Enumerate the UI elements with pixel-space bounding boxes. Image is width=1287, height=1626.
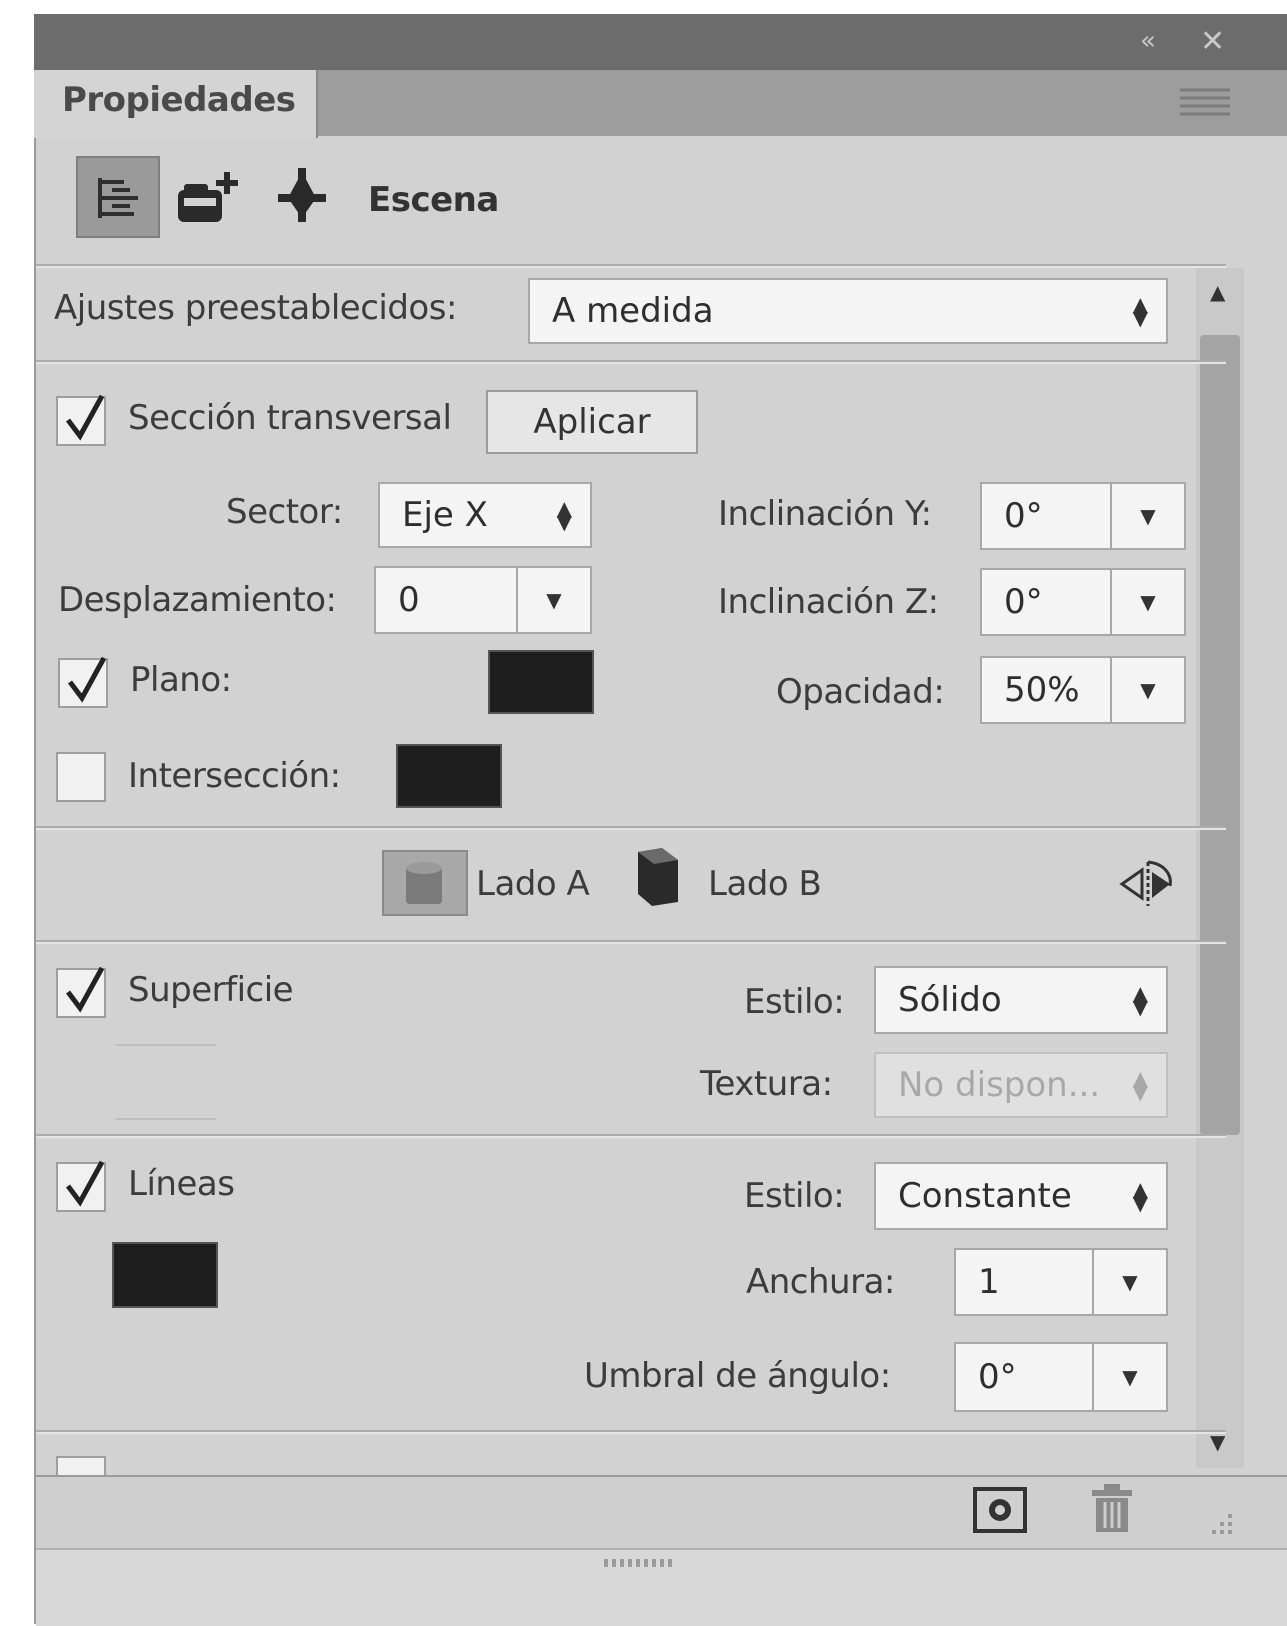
angle-threshold-label: Umbral de ángulo:: [584, 1356, 891, 1396]
surface-style-select[interactable]: Sólido ▲ ▼: [874, 966, 1168, 1034]
plane-checkbox[interactable]: [58, 656, 108, 708]
lines-style-label: Estilo:: [744, 1176, 845, 1216]
divider: [36, 1134, 1226, 1136]
texture-select: No dispon... ▲ ▼: [874, 1052, 1168, 1118]
intersection-label: Intersección:: [128, 756, 341, 796]
plane-label: Plano:: [130, 660, 232, 700]
next-section-checkbox[interactable]: [56, 1456, 106, 1476]
collapse-icon[interactable]: «: [1140, 26, 1156, 56]
spinner-icon: ▲ ▼: [556, 496, 572, 534]
close-icon[interactable]: ✕: [1200, 24, 1225, 59]
spinner-icon: ▲ ▼: [1132, 1066, 1148, 1104]
lines-style-select[interactable]: Constante ▲ ▼: [874, 1162, 1168, 1230]
offset-label: Desplazamiento:: [58, 580, 337, 620]
scroll-down-icon[interactable]: ▼: [1210, 1430, 1225, 1454]
scene-tree-button[interactable]: [76, 156, 160, 238]
surface-style-label: Estilo:: [744, 982, 845, 1022]
side-a-button[interactable]: [382, 850, 468, 916]
divider: [36, 360, 1226, 362]
tilt-y-combo[interactable]: 0° ▼: [980, 482, 1186, 550]
divider: [36, 1430, 1226, 1432]
lines-label: Líneas: [128, 1164, 235, 1204]
intersection-checkbox[interactable]: [56, 752, 106, 802]
cross-section-checkbox[interactable]: [56, 394, 106, 446]
sector-select[interactable]: Eje X ▲ ▼: [378, 482, 592, 548]
surface-label: Superficie: [128, 970, 294, 1010]
angle-threshold-combo[interactable]: 0° ▼: [954, 1342, 1168, 1412]
lines-checkbox[interactable]: [56, 1160, 106, 1212]
chevron-down-icon[interactable]: ▼: [1092, 1344, 1166, 1410]
lines-color-swatch[interactable]: [112, 1242, 218, 1308]
spinner-icon: ▲ ▼: [1132, 292, 1148, 330]
tilt-y-label: Inclinación Y:: [718, 494, 932, 534]
surface-checkbox[interactable]: [56, 966, 106, 1018]
intersection-color-swatch[interactable]: [396, 744, 502, 808]
width-label: Anchura:: [746, 1262, 895, 1302]
divider: [36, 826, 1226, 828]
spinner-icon: ▲ ▼: [1132, 1177, 1148, 1215]
scene-tree-icon: [94, 174, 144, 226]
width-combo[interactable]: 1 ▼: [954, 1248, 1168, 1316]
scroll-up-icon[interactable]: ▲: [1210, 280, 1225, 304]
divider: [36, 940, 1226, 942]
side-a-label: Lado A: [476, 864, 590, 904]
chevron-down-icon[interactable]: ▼: [1110, 484, 1184, 548]
divider: [36, 264, 1226, 266]
surface-preview: [116, 1044, 216, 1120]
opacity-label: Opacidad:: [776, 672, 945, 712]
side-b-label: Lado B: [708, 864, 822, 904]
offset-combo[interactable]: 0 ▼: [374, 566, 592, 634]
scrollbar-thumb[interactable]: [1200, 335, 1240, 1135]
presets-label: Ajustes preestablecidos:: [54, 288, 457, 328]
tilt-z-combo[interactable]: 0° ▼: [980, 568, 1186, 636]
chevron-down-icon[interactable]: ▼: [1110, 658, 1184, 722]
render-icon[interactable]: [972, 1486, 1028, 1538]
plane-color-swatch[interactable]: [488, 650, 594, 714]
side-b-icon[interactable]: [632, 846, 684, 912]
scene-label: Escena: [368, 180, 499, 220]
apply-button[interactable]: Aplicar: [486, 390, 698, 454]
panel-menu-icon[interactable]: [1180, 84, 1230, 124]
panel-title-bar: [34, 14, 1287, 70]
texture-label: Textura:: [700, 1064, 833, 1104]
chevron-down-icon[interactable]: ▼: [1092, 1250, 1166, 1314]
cross-section-label: Sección transversal: [128, 398, 452, 438]
sector-label: Sector:: [226, 492, 343, 532]
opacity-combo[interactable]: 50% ▼: [980, 656, 1186, 724]
tab-properties-label: Propiedades: [62, 80, 296, 120]
chevron-down-icon[interactable]: ▼: [1110, 570, 1184, 634]
presets-select[interactable]: A medida ▲ ▼: [528, 278, 1168, 344]
add-camera-icon[interactable]: [174, 168, 246, 232]
tilt-z-label: Inclinación Z:: [718, 582, 939, 622]
light-icon[interactable]: [272, 168, 332, 228]
spinner-icon: ▲ ▼: [1132, 981, 1148, 1019]
trash-icon[interactable]: [1090, 1484, 1134, 1538]
resize-grip-icon[interactable]: [1206, 1510, 1236, 1544]
chevron-down-icon[interactable]: ▼: [516, 568, 590, 632]
side-a-icon: [402, 860, 448, 912]
flip-side-icon[interactable]: [1118, 856, 1178, 916]
dock-handle-icon[interactable]: [604, 1554, 680, 1573]
